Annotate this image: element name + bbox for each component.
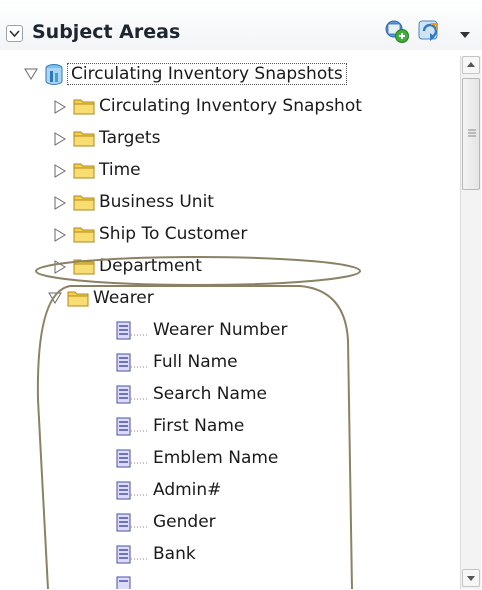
folder-label[interactable]: Department (99, 256, 202, 276)
grip-icon (468, 129, 476, 137)
column-icon (116, 449, 149, 468)
folder-icon (73, 195, 95, 211)
collapsed-triangle-icon[interactable] (54, 132, 66, 146)
column-label[interactable]: Bank (153, 544, 196, 564)
column-icon (116, 513, 149, 532)
column-row[interactable]: Admin# (0, 475, 458, 507)
folder-label[interactable]: Wearer (93, 288, 154, 308)
folder-icon (73, 259, 95, 275)
collapsed-triangle-icon[interactable] (54, 100, 66, 114)
expanded-triangle-icon[interactable] (24, 68, 38, 80)
collapse-panel-button[interactable] (6, 25, 23, 42)
subject-area-icon (45, 64, 63, 85)
column-icon (116, 353, 149, 372)
column-label[interactable]: Wearer Number (153, 320, 287, 340)
column-row[interactable]: Emblem Name (0, 443, 458, 475)
scrollbar-thumb[interactable] (462, 78, 480, 190)
column-label[interactable]: First Name (153, 416, 244, 436)
collapsed-triangle-icon[interactable] (54, 196, 66, 210)
folder-icon (67, 291, 89, 307)
folder-label[interactable]: Time (99, 160, 141, 180)
scroll-down-arrow-icon (467, 576, 475, 581)
folder-row[interactable]: Time (0, 155, 458, 187)
chevron-down-icon (9, 30, 20, 38)
column-icon (116, 417, 149, 436)
folder-row[interactable]: Targets (0, 123, 458, 155)
column-row[interactable]: Full Name (0, 347, 458, 379)
scroll-up-arrow-icon (467, 62, 475, 67)
expanded-triangle-icon[interactable] (48, 292, 62, 304)
folder-label[interactable]: Business Unit (99, 192, 214, 212)
folder-label[interactable]: Circulating Inventory Snapshot (99, 96, 362, 116)
subject-area-tree: Circulating Inventory Snapshots Circulat… (0, 50, 458, 589)
column-icon (116, 576, 131, 589)
tree-root-label[interactable]: Circulating Inventory Snapshots (67, 63, 347, 85)
collapsed-triangle-icon[interactable] (54, 228, 66, 242)
column-row[interactable]: Wearer Number (0, 315, 458, 347)
folder-icon (73, 227, 95, 243)
column-label[interactable]: Full Name (153, 352, 238, 372)
refresh-icon[interactable] (417, 18, 445, 44)
panel-title: Subject Areas (32, 21, 181, 43)
folder-label[interactable]: Targets (99, 128, 160, 148)
column-label[interactable]: Search Name (153, 384, 267, 404)
column-icon (116, 385, 149, 404)
tree-root-row[interactable]: Circulating Inventory Snapshots (0, 59, 458, 91)
column-label[interactable]: Admin# (153, 480, 221, 500)
menu-dropdown-icon[interactable] (459, 31, 471, 39)
column-row[interactable]: First Name (0, 411, 458, 443)
folder-icon (73, 131, 95, 147)
column-label[interactable]: Gender (153, 512, 216, 532)
vertical-scrollbar[interactable] (460, 56, 481, 589)
collapsed-triangle-icon[interactable] (54, 164, 66, 178)
column-row[interactable]: Search Name (0, 379, 458, 411)
column-row[interactable]: Gender (0, 507, 458, 539)
scroll-down-button[interactable] (462, 569, 480, 587)
folder-label[interactable]: Ship To Customer (99, 224, 247, 244)
folder-row[interactable]: Circulating Inventory Snapshot (0, 91, 458, 123)
folder-row[interactable]: Ship To Customer (0, 219, 458, 251)
column-icon (116, 545, 149, 564)
scroll-up-button[interactable] (462, 56, 480, 74)
collapsed-triangle-icon[interactable] (54, 260, 66, 274)
folder-row[interactable]: Department (0, 251, 458, 283)
folder-row[interactable]: Business Unit (0, 187, 458, 219)
column-icon (116, 481, 149, 500)
folder-row-expanded[interactable]: Wearer (0, 283, 458, 315)
column-icon (116, 321, 149, 340)
folder-icon (73, 163, 95, 179)
column-label[interactable]: Emblem Name (153, 448, 278, 468)
column-row[interactable]: Bank (0, 539, 458, 571)
create-analysis-icon[interactable] (384, 18, 410, 44)
folder-icon (73, 99, 95, 115)
panel-header: Subject Areas (0, 0, 482, 50)
